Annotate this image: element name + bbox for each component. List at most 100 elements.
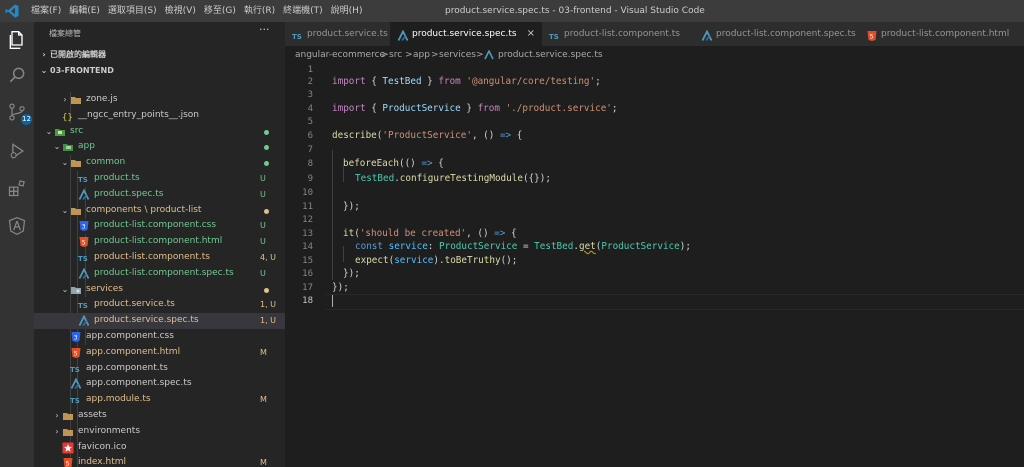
close-icon[interactable]: × [527,22,535,46]
tree-item[interactable]: product-list.component.spec.ts U [34,266,285,282]
tree-item[interactable]: ⌄ services [34,282,285,298]
chevron-right-icon[interactable]: › [52,408,62,424]
tree-item[interactable]: favicon.ico [34,440,285,456]
folder-icon [70,157,82,169]
menu-terminal[interactable]: 終端機(T) [283,0,323,22]
chevron-down-icon[interactable]: ⌄ [60,282,70,298]
open-editors-label: 已開啟的編輯器 [50,50,106,59]
search-icon [9,67,25,83]
chevron-right-icon[interactable]: › [52,424,62,440]
chevron-down-icon[interactable]: ⌄ [44,124,54,140]
breadcrumb-item[interactable]: angular-ecommerce [295,46,385,64]
menu-view[interactable]: 檢視(V) [165,0,196,22]
breadcrumb-item[interactable]: product.service.spec.ts [498,46,603,64]
editor-tab[interactable]: product.service.spec.ts × [390,22,543,46]
editor-tab[interactable]: TS product.service.ts [285,22,391,46]
code-line-14: const service: ProductService = TestBed.… [355,241,691,252]
svg-text:TS: TS [78,302,88,310]
tree-item[interactable]: ⌄ common [34,155,285,171]
source-control-activity[interactable]: 12 [5,100,32,125]
more-actions-button[interactable]: ··· [259,23,270,36]
menu-edit[interactable]: 編輯(E) [69,0,100,22]
folder-icon [70,94,82,106]
svg-text:5: 5 [66,461,70,467]
tree-item[interactable]: 3 app.component.css [34,329,285,345]
project-section[interactable]: ⌄ 03-FRONTEND [34,63,285,79]
tree-item[interactable]: product.service.spec.ts 1, U [34,313,285,329]
open-editors-section[interactable]: › 已開啟的編輯器 [34,47,285,63]
tree-item[interactable]: ⌄ components \ product-list [34,203,285,219]
angular-icon [8,216,26,236]
code-line-11: }); [343,201,360,212]
editor-tab[interactable]: TS product-list.component.ts [542,22,695,46]
tree-item[interactable]: ⌄ app [34,139,285,155]
line-number: 15 [302,256,313,266]
line-number: 10 [302,188,313,198]
breadcrumb-separator: > [381,50,389,60]
tree-item[interactable]: TS product.ts U [34,171,285,187]
tree-item[interactable]: 5 app.component.html M [34,345,285,361]
tree-item[interactable]: TS product.service.ts 1, U [34,297,285,313]
chevron-down-icon[interactable]: ⌄ [60,203,70,219]
breadcrumb: angular-ecommerce > src > app > services… [285,46,1024,64]
angular-activity[interactable] [5,214,29,238]
breadcrumb-separator: > [431,50,439,60]
git-status-badge: U [260,268,266,278]
tree-item[interactable]: app.component.spec.ts [34,376,285,392]
chevron-down-icon[interactable]: ⌄ [52,139,62,155]
code-line-15: expect(service).toBeTruthy(); [355,255,518,266]
window-title: product.service.spec.ts - 03-frontend - … [445,6,705,16]
ts-icon: TS [292,28,304,41]
tree-item[interactable]: › zone.js [34,92,285,108]
svg-text:5: 5 [870,34,874,41]
tree-item[interactable]: › environments [34,424,285,440]
code-line-16: }); [343,268,360,279]
breadcrumb-item[interactable]: services [439,46,476,64]
tree-item[interactable]: 5 index.html M [34,455,285,467]
breadcrumb-item[interactable]: app [413,46,430,64]
line-number: 14 [302,242,313,252]
explorer-sidebar: 檔案總管 ··· › 已開啟的編輯器 ⌄ 03-FRONTEND › zone.js{… [34,22,285,467]
project-label: 03-FRONTEND [50,66,114,75]
search-activity[interactable] [5,63,29,87]
menu-go[interactable]: 移至(G) [204,0,236,22]
editor-tab[interactable]: 5 product-list.component.html [859,22,1024,46]
extensions-activity[interactable] [5,176,29,200]
tree-item-label: app.component.ts [86,362,168,373]
run-debug-activity[interactable] [5,139,29,163]
tree-item[interactable]: 5 product-list.component.html U [34,234,285,250]
tree-item[interactable]: TS app.component.ts [34,361,285,377]
chevron-right-icon[interactable]: › [60,92,70,108]
svg-text:3: 3 [74,334,78,341]
chevron-down-icon[interactable]: ⌄ [60,155,70,171]
tree-item[interactable]: 3 product-list.component.css U [34,218,285,234]
line-number: 7 [307,145,313,155]
svg-text:TS: TS [78,176,88,184]
tree-item[interactable]: TS app.module.ts M [34,392,285,408]
json-icon: {} [62,110,74,123]
change-dot-icon [264,208,269,214]
menu-selection[interactable]: 選取項目(S) [108,0,157,22]
css-icon: 3 [70,331,82,343]
breadcrumb-item[interactable]: src [389,46,402,64]
html-icon: 5 [866,28,878,41]
tree-item[interactable]: › assets [34,408,285,424]
menu-help[interactable]: 說明(H) [331,0,363,22]
ts-icon: TS [78,173,90,185]
editor-tab[interactable]: product-list.component.spec.ts [694,22,860,46]
tree-item[interactable]: ⌄ src [34,124,285,140]
tree-item[interactable]: {} __ngcc_entry_points__.json [34,108,285,124]
code-line-9: TestBed.configureTestingModule({}); [355,173,551,184]
tree-item[interactable]: product.spec.ts U [34,187,285,203]
menu-run[interactable]: 執行(R) [244,0,275,22]
angular-spec-icon [78,314,90,327]
tab-label: product.service.spec.ts [412,29,517,39]
explorer-activity[interactable] [5,28,29,52]
tree-item[interactable]: TS product-list.component.ts 4, U [34,250,285,266]
code-line-17: }); [332,282,349,293]
menu-file[interactable]: 檔案(F) [31,0,61,22]
change-dot-icon [264,161,269,167]
code-editor[interactable]: 1 2 3 4 5 6 7 8 9 10 11 12 13 14 15 16 17 18 import { Tes… [285,64,1024,467]
line-number: 11 [302,202,313,212]
tree-item-label: favicon.ico [78,441,127,452]
